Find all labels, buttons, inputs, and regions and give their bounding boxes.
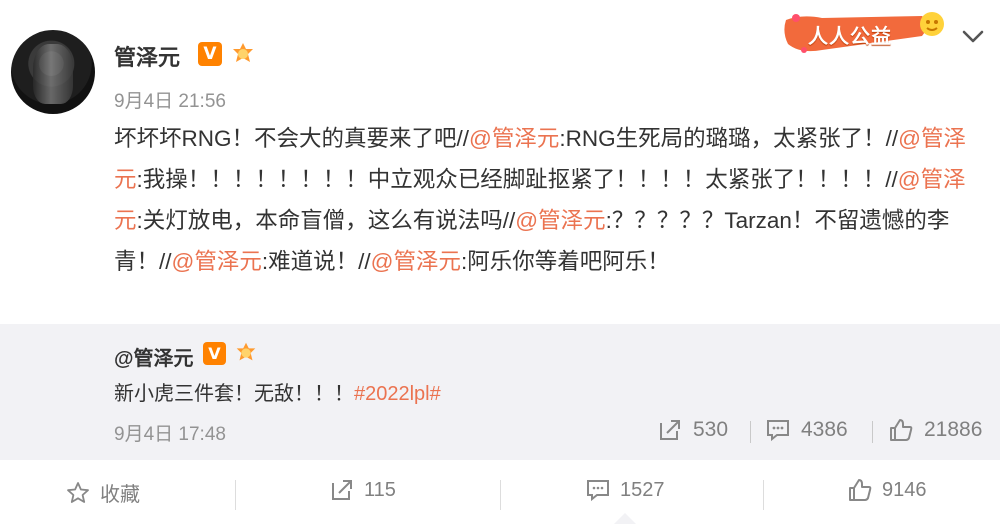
star-icon xyxy=(67,481,89,503)
divider xyxy=(235,480,236,510)
mention-link[interactable]: @管泽元 xyxy=(371,249,461,274)
repost-timestamp[interactable]: 9月4日 17:48 xyxy=(114,419,226,446)
content-text: :我操！！！！！！！！中立观众已经脚趾抠紧了！！！！太紧张了！！！！// xyxy=(136,167,898,192)
content-text: :关灯放电，本命盲僧，这么有说法吗// xyxy=(136,208,516,233)
divider xyxy=(750,421,751,443)
hashtag-link[interactable]: #2022lpl# xyxy=(354,383,441,405)
share-count: 115 xyxy=(364,478,396,501)
medal-icon xyxy=(233,43,253,62)
avatar[interactable] xyxy=(11,30,95,114)
share-icon xyxy=(332,480,352,500)
verified-badge-icon: V xyxy=(198,42,222,66)
content-text: :RNG生死局的璐璐，太紧张了！// xyxy=(559,126,899,151)
repost-username[interactable]: @管泽元 xyxy=(114,342,194,371)
thumbs-up-icon xyxy=(849,479,872,501)
repost-text: 新小虎三件套！无敌！！！#2022lpl# xyxy=(114,377,441,406)
repost-comment-button[interactable]: 4386 xyxy=(765,417,848,443)
chevron-down-icon[interactable] xyxy=(960,28,986,46)
repost-share-count: 530 xyxy=(693,418,729,441)
post-username[interactable]: 管泽元 xyxy=(114,40,180,72)
post-content: 坏坏坏RNG！不会大的真要来了吧//@管泽元:RNG生死局的璐璐，太紧张了！//… xyxy=(114,118,984,282)
post-timestamp[interactable]: 9月4日 21:56 xyxy=(114,86,226,113)
mention-link[interactable]: @管泽元 xyxy=(172,249,262,274)
divider xyxy=(872,421,873,443)
favorite-label: 收藏 xyxy=(100,484,140,506)
like-count: 9146 xyxy=(882,478,927,501)
like-button[interactable]: 9146 xyxy=(848,478,927,502)
comment-count: 1527 xyxy=(620,478,665,501)
comment-icon xyxy=(587,480,609,502)
repost-comment-count: 4386 xyxy=(801,418,848,441)
comment-button[interactable]: 1527 xyxy=(586,478,665,502)
share-button[interactable]: 115 xyxy=(330,478,396,502)
content-text: :阿乐你等着吧阿乐！ xyxy=(460,249,670,274)
comment-caret xyxy=(614,513,636,524)
divider xyxy=(763,480,764,510)
favorite-button[interactable]: 收藏 xyxy=(66,478,140,507)
repost-like-button[interactable]: 21886 xyxy=(888,417,982,443)
content-text: 坏坏坏RNG！不会大的真要来了吧// xyxy=(114,126,470,151)
mention-link[interactable]: @管泽元 xyxy=(515,208,605,233)
content-text: :难道说！// xyxy=(261,249,371,274)
medal-icon xyxy=(236,342,256,361)
verified-badge-icon: V xyxy=(203,342,226,365)
comment-icon xyxy=(767,420,789,442)
divider xyxy=(500,480,501,510)
repost-share-button[interactable]: 530 xyxy=(657,417,728,443)
brand-label[interactable]: 人人公益 xyxy=(808,20,892,49)
share-icon xyxy=(660,420,680,440)
mention-link[interactable]: @管泽元 xyxy=(469,126,559,151)
repost-like-count: 21886 xyxy=(924,418,983,441)
thumbs-up-icon xyxy=(890,419,913,441)
repost-body: 新小虎三件套！无敌！！！ xyxy=(114,383,354,405)
